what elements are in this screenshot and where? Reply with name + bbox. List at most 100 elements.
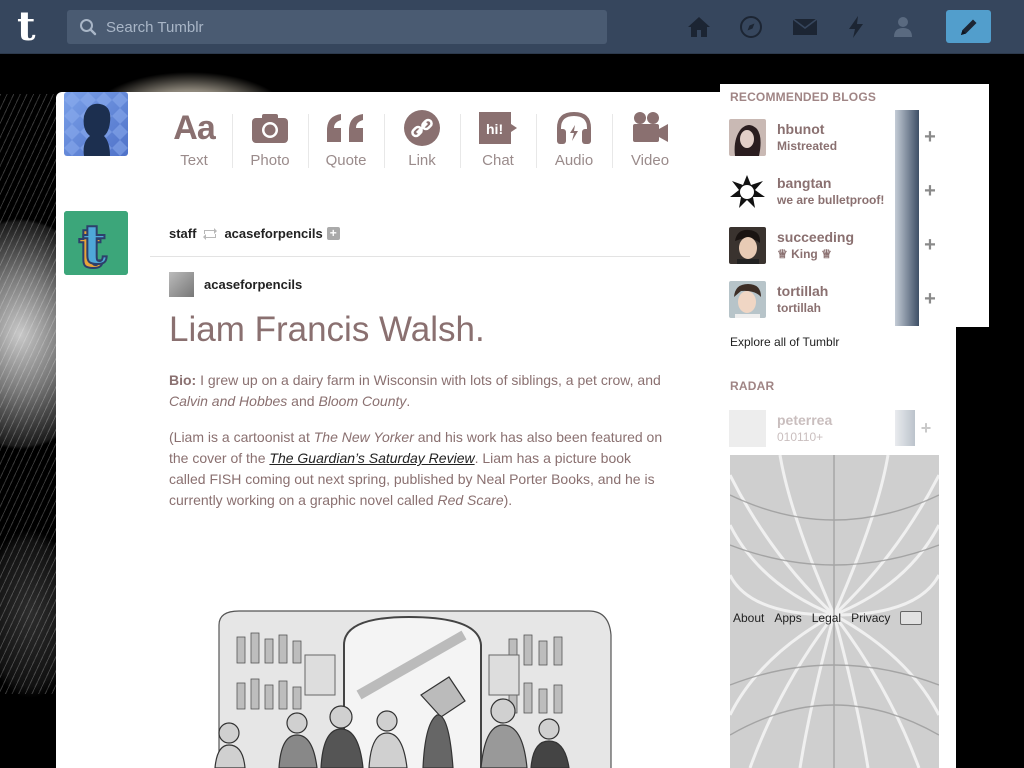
source-blog-link[interactable]: acaseforpencils [224, 226, 322, 241]
post-title: Liam Francis Walsh. [169, 310, 485, 349]
blog-avatar[interactable] [729, 226, 766, 264]
blog-avatar[interactable] [729, 280, 766, 318]
search-box[interactable] [67, 10, 607, 44]
post-type-label: Chat [482, 152, 514, 169]
post-type-link-button[interactable]: Link [384, 92, 460, 178]
blog-header-preview [895, 218, 919, 272]
post-type-label: Photo [250, 152, 290, 169]
post-type-text-button[interactable]: Aa Text [156, 92, 232, 178]
svg-text:t: t [82, 212, 107, 275]
follow-plus-icon[interactable]: + [326, 227, 340, 240]
reblog-icon [203, 227, 218, 240]
follow-plus-icon[interactable]: + [919, 180, 941, 203]
blog-description: Mistreated [777, 139, 838, 153]
account-icon[interactable] [890, 14, 916, 40]
headphones-icon [555, 110, 593, 146]
explore-icon[interactable] [738, 14, 764, 40]
text-run: . [406, 393, 411, 409]
link-icon [403, 110, 441, 146]
follow-plus-icon[interactable]: + [919, 126, 941, 149]
italic-run: Red Scare [437, 492, 504, 508]
post-paragraph-about: (Liam is a cartoonist at The New Yorker … [169, 427, 669, 511]
blog-name[interactable]: hbunot [777, 121, 895, 137]
origin-blog-link[interactable]: acaseforpencils [204, 277, 302, 292]
blog-name[interactable]: succeeding [777, 229, 895, 245]
bio-label: Bio: [169, 372, 197, 388]
staff-avatar[interactable]: t t [64, 211, 128, 275]
follow-plus-icon[interactable]: + [915, 418, 937, 439]
radar-blog-header-preview [895, 410, 915, 446]
blog-description: we are bulletproof! [777, 193, 885, 207]
recommended-blog-item[interactable]: bangtan we are bulletproof! + [729, 164, 949, 218]
post-type-chat-button[interactable]: hi! Chat [460, 92, 536, 178]
footer-privacy-link[interactable]: Privacy [851, 611, 890, 625]
post-divider [150, 256, 690, 257]
quote-icon [325, 110, 367, 146]
post-reblog-header: staff acaseforpencils + [169, 226, 340, 241]
footer-legal-link[interactable]: Legal [812, 611, 841, 625]
svg-text:hi!: hi! [486, 121, 503, 137]
post-type-label: Text [180, 152, 208, 169]
pencil-icon [960, 19, 976, 35]
text-run: I grew up on a dairy farm in Wisconsin w… [196, 372, 661, 388]
blog-avatar[interactable] [729, 118, 766, 156]
radar-blog-avatar[interactable] [729, 409, 766, 447]
guardian-review-link[interactable]: The Guardian’s Saturday Review [269, 450, 474, 466]
text-icon: Aa [173, 108, 215, 147]
blog-avatar[interactable] [729, 172, 766, 210]
blog-header-preview [895, 272, 919, 326]
camera-icon [251, 110, 289, 146]
post-type-label: Video [630, 152, 670, 169]
post-type-label: Audio [554, 152, 594, 169]
radar-blog-description: 010110+ [777, 430, 824, 444]
post-type-photo-button[interactable]: Photo [232, 92, 308, 178]
inbox-icon[interactable] [792, 14, 818, 40]
radar-heading: RADAR [730, 379, 775, 393]
home-icon[interactable] [686, 14, 712, 40]
text-run: (Liam is a cartoonist at [169, 429, 314, 445]
blog-header-preview [895, 164, 919, 218]
footer-links: About Apps Legal Privacy [733, 611, 923, 625]
follow-plus-icon[interactable]: + [919, 234, 941, 257]
post-origin: acaseforpencils [169, 272, 302, 297]
radar-blog-item[interactable]: peterrea 010110+ + [729, 409, 939, 447]
post-cartoon-image[interactable] [209, 605, 621, 768]
follow-plus-icon[interactable]: + [919, 288, 941, 311]
activity-icon[interactable] [843, 14, 869, 40]
post-type-quote-button[interactable]: Quote [308, 92, 384, 178]
top-navigation-bar: t [0, 0, 1024, 54]
post-type-label: Link [408, 152, 436, 169]
radar-blog-name[interactable]: peterrea [777, 412, 895, 428]
post-type-label: Quote [325, 152, 367, 169]
user-avatar[interactable] [64, 92, 128, 156]
post-type-audio-button[interactable]: Audio [536, 92, 612, 178]
post-body: Bio: I grew up on a dairy farm in Wiscon… [169, 370, 669, 526]
reblogger-blog-link[interactable]: staff [169, 226, 196, 241]
compose-button[interactable] [946, 10, 991, 43]
footer-about-link[interactable]: About [733, 611, 764, 625]
search-input[interactable] [97, 10, 607, 44]
italic-run: The New Yorker [313, 429, 414, 445]
origin-blog-avatar[interactable] [169, 272, 194, 297]
italic-run: Calvin and Hobbes [169, 393, 288, 409]
recommended-blog-item[interactable]: hbunot Mistreated + [729, 110, 949, 164]
post-type-bar: Aa Text Photo Quote Link hi! Chat Audio [156, 92, 688, 192]
recommended-blog-item[interactable]: tortillah tortillah + [729, 272, 949, 326]
italic-run: Bloom County [318, 393, 407, 409]
text-run: ). [503, 492, 513, 508]
explore-tumblr-link[interactable]: Explore all of Tumblr [730, 335, 839, 349]
recommended-blog-item[interactable]: succeeding ♕ King ♕ + [729, 218, 949, 272]
blog-description: ♕ King ♕ [777, 247, 832, 261]
blog-name[interactable]: tortillah [777, 283, 895, 299]
post-paragraph-bio: Bio: I grew up on a dairy farm in Wiscon… [169, 370, 669, 412]
post-type-video-button[interactable]: Video [612, 92, 688, 178]
blog-description: tortillah [777, 301, 821, 315]
blog-name[interactable]: bangtan [777, 175, 895, 191]
keyboard-shortcuts-icon[interactable] [900, 611, 923, 625]
search-icon [80, 19, 97, 36]
footer-apps-link[interactable]: Apps [774, 611, 801, 625]
video-icon [630, 110, 670, 146]
recommended-blogs-heading: RECOMMENDED BLOGS [730, 90, 877, 104]
chat-icon: hi! [477, 110, 519, 146]
tumblr-logo[interactable]: t [17, 7, 49, 47]
